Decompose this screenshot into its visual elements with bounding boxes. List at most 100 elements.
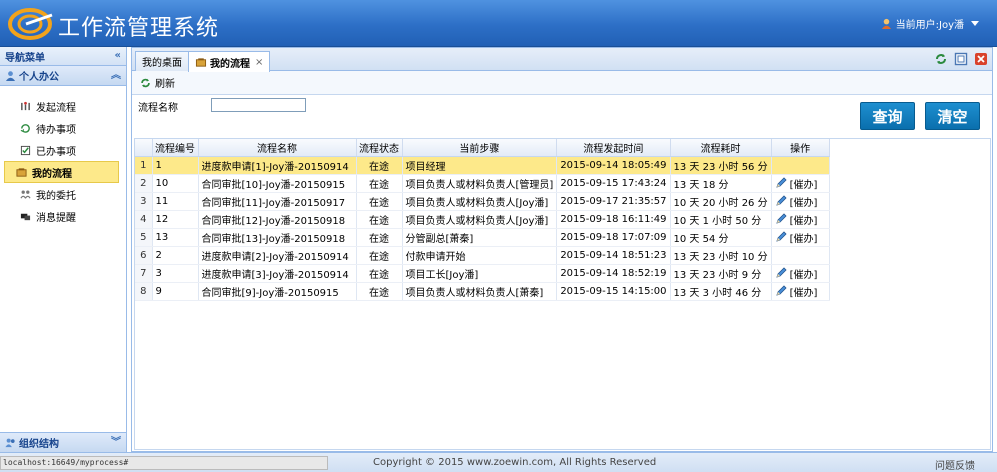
column-header (135, 139, 153, 157)
chevron-down-icon[interactable]: ︾ (111, 437, 121, 448)
column-header[interactable]: 当前步骤 (402, 139, 558, 157)
process-id-cell: 12 (152, 210, 199, 229)
process-name-cell: 进度款申请[3]-Joy潘-20150914 (198, 264, 357, 283)
user-icon (881, 18, 891, 29)
table-row[interactable]: 3 11 合同审批[11]-Joy潘-20150917 在途 项目负责人或材料负责人[J… (135, 192, 830, 211)
sidebar-item-messages[interactable]: 消息提醒 (4, 205, 119, 227)
sidebar-item-my-process[interactable]: 我的流程 (4, 161, 119, 183)
current-step-cell: 付款申请开始 (402, 246, 558, 265)
current-step-cell: 项目负责人或材料负责人[管理员] (402, 174, 558, 193)
process-status-cell: 在途 (356, 246, 403, 265)
start-time-cell: 2015-09-14 18:51:23 (556, 246, 671, 265)
urge-button[interactable]: [催办] (775, 176, 826, 191)
urge-label: [催办] (789, 233, 818, 245)
done-icon (20, 145, 31, 155)
sidebar-item-label: 已办事项 (36, 146, 76, 158)
query-button[interactable]: 查询 (860, 102, 915, 130)
sidebar-item-done[interactable]: 已办事项 (4, 139, 119, 161)
close-tab-icon[interactable]: × (255, 57, 263, 68)
table-row[interactable]: 8 9 合同审批[9]-Joy潘-20150915 在途 项目负责人或材料负责人[萧秦]… (135, 282, 830, 301)
table-row[interactable]: 1 1 进度款申请[1]-Joy潘-20150914 在途 项目经理 2015-09-14… (135, 156, 830, 175)
urge-button[interactable]: [催办] (775, 212, 826, 227)
row-number: 8 (135, 282, 153, 301)
process-name-cell: 合同审批[13]-Joy潘-20150918 (198, 228, 357, 247)
process-name-input[interactable] (211, 98, 306, 112)
sidebar-group-label: 个人办公 (19, 72, 59, 83)
refresh-icon (141, 78, 150, 87)
column-header[interactable]: 流程名称 (198, 139, 357, 157)
duration-cell: 13 天 3 小时 46 分 (670, 282, 772, 301)
refresh-button[interactable]: 刷新 (155, 75, 175, 90)
duration-cell: 13 天 18 分 (670, 174, 772, 193)
table-row[interactable]: 4 12 合同审批[12]-Joy潘-20150918 在途 项目负责人或材料负责人[J… (135, 210, 830, 229)
current-step-cell: 项目经理 (402, 156, 558, 175)
start-time-cell: 2015-09-18 17:07:09 (556, 228, 671, 247)
message-icon (20, 213, 31, 220)
current-user-label: 当前用户:Joy潘 (895, 20, 964, 31)
current-step-cell: 项目负责人或材料负责人[萧秦] (402, 282, 558, 301)
start-time-cell: 2015-09-14 18:52:19 (556, 264, 671, 283)
table-header-row: 流程编号 流程名称 流程状态 当前步骤 流程发起时间 流程耗时 操作 (135, 139, 830, 157)
urge-label: [催办] (789, 287, 818, 299)
sidebar-group-label: 组织结构 (19, 439, 59, 450)
sidebar-title: 导航菜单 (5, 52, 45, 64)
row-number: 4 (135, 210, 153, 229)
urge-label: [催办] (789, 215, 818, 227)
operation-cell: [催办] (771, 192, 830, 211)
sidebar-group-personal[interactable]: 个人办公 ︽ (0, 66, 126, 86)
operation-cell: [催办] (771, 264, 830, 283)
app-title: 工作流管理系统 (58, 16, 220, 41)
delegate-icon (20, 190, 31, 198)
process-grid: 流程编号 流程名称 流程状态 当前步骤 流程发起时间 流程耗时 操作 1 1 进度款… (134, 138, 991, 450)
table-row[interactable]: 7 3 进度款申请[3]-Joy潘-20150914 在途 项目工长[Joy潘] 2015… (135, 264, 830, 283)
current-step-cell: 项目负责人或材料负责人[Joy潘] (402, 210, 558, 229)
process-status-cell: 在途 (356, 174, 403, 193)
sidebar-header: 导航菜单 « (0, 47, 126, 66)
urge-label: [催办] (789, 269, 818, 281)
column-header[interactable]: 流程耗时 (670, 139, 772, 157)
urge-button[interactable]: [催办] (775, 194, 826, 209)
column-header[interactable]: 流程状态 (356, 139, 403, 157)
urge-button[interactable]: [催办] (775, 230, 826, 245)
feedback-link[interactable]: 问题反馈 (935, 457, 975, 472)
process-id-cell: 2 (152, 246, 199, 265)
sidebar-group-org[interactable]: 组织结构 ︾ (0, 432, 126, 452)
table-row[interactable]: 2 10 合同审批[10]-Joy潘-20150915 在途 项目负责人或材料负责人[管… (135, 174, 830, 193)
process-name-cell: 合同审批[12]-Joy潘-20150918 (198, 210, 357, 229)
table-row[interactable]: 6 2 进度款申请[2]-Joy潘-20150914 在途 付款申请开始 2015-09-… (135, 246, 830, 265)
refresh-tab-icon[interactable] (934, 52, 948, 66)
close-icon[interactable] (974, 52, 988, 66)
current-step-cell: 项目负责人或材料负责人[Joy潘] (402, 192, 558, 211)
process-name-cell: 进度款申请[1]-Joy潘-20150914 (198, 156, 357, 175)
urge-button[interactable]: [催办] (775, 284, 826, 299)
tab-desktop[interactable]: 我的桌面 (135, 51, 189, 71)
pencil-icon (775, 177, 787, 188)
sidebar-item-delegate[interactable]: 我的委托 (4, 183, 119, 205)
urge-button[interactable]: [催办] (775, 266, 826, 281)
clear-button[interactable]: 清空 (925, 102, 980, 130)
maximize-icon[interactable] (954, 52, 968, 66)
row-number: 2 (135, 174, 153, 193)
row-number: 5 (135, 228, 153, 247)
tab-my-process[interactable]: 我的流程 × (188, 51, 271, 72)
my-process-icon (16, 167, 27, 177)
current-step-cell: 项目工长[Joy潘] (402, 264, 558, 283)
sidebar-menu: 发起流程 待办事项 已办事项 我的流程 我的委托 消息提醒 (0, 86, 126, 227)
column-header[interactable]: 操作 (771, 139, 830, 157)
table-row[interactable]: 5 13 合同审批[13]-Joy潘-20150918 在途 分管副总[萧秦] 2015-… (135, 228, 830, 247)
process-id-cell: 11 (152, 192, 199, 211)
collapse-sidebar-icon[interactable]: « (115, 51, 121, 61)
column-header[interactable]: 流程发起时间 (556, 139, 671, 157)
start-time-cell: 2015-09-18 16:11:49 (556, 210, 671, 229)
my-process-icon (195, 57, 207, 67)
flow-start-icon (21, 101, 30, 110)
process-status-cell: 在途 (356, 192, 403, 211)
user-menu[interactable]: 当前用户:Joy潘 (881, 16, 979, 31)
pencil-icon (775, 213, 787, 224)
sidebar-item-start-flow[interactable]: 发起流程 (4, 95, 119, 117)
column-header[interactable]: 流程编号 (152, 139, 199, 157)
process-status-cell: 在途 (356, 210, 403, 229)
process-id-cell: 10 (152, 174, 199, 193)
sidebar-item-todo[interactable]: 待办事项 (4, 117, 119, 139)
chevron-up-icon[interactable]: ︽ (111, 70, 121, 81)
